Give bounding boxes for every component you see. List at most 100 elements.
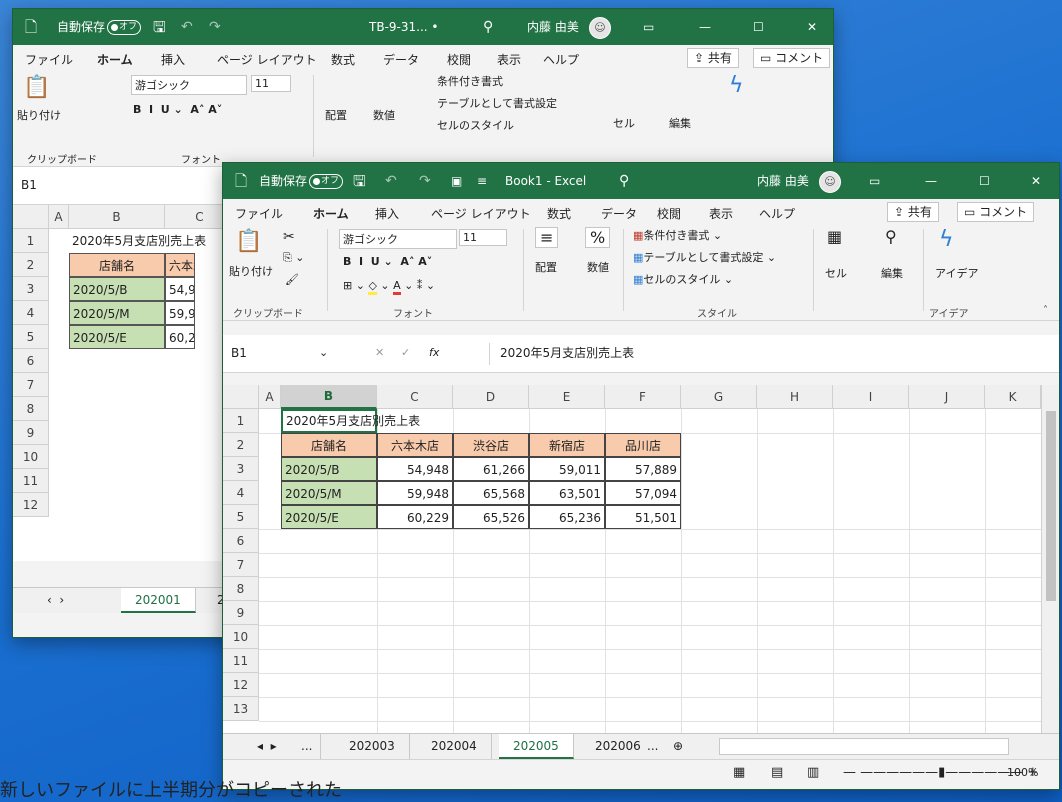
tab-insert[interactable]: 挿入 xyxy=(375,205,399,222)
sheet-tab[interactable]: 202004 xyxy=(417,734,492,759)
paste-icon[interactable]: 📋 xyxy=(235,229,262,254)
tab-review[interactable]: 校閲 xyxy=(657,205,681,222)
column-header[interactable]: J xyxy=(909,385,985,409)
header-cell[interactable]: 六本木店 xyxy=(165,253,195,277)
date-cell[interactable]: 2020/5/E xyxy=(69,325,165,349)
user-icon[interactable]: ☺ xyxy=(819,163,841,199)
ribbon-display-icon[interactable]: ▭ xyxy=(869,163,880,199)
row-header[interactable]: 8 xyxy=(13,397,49,421)
ideas-icon[interactable]: ϟ xyxy=(939,227,954,252)
row-header[interactable]: 11 xyxy=(223,649,259,673)
row-header[interactable]: 4 xyxy=(223,481,259,505)
sheet-tab[interactable]: 202001 xyxy=(121,588,196,613)
sheet-tab-active[interactable]: 202005 xyxy=(499,734,574,759)
cancel-icon[interactable]: ✕ xyxy=(375,346,384,359)
name-box[interactable]: B1 xyxy=(21,175,37,197)
value-cell[interactable]: 57,094 xyxy=(605,481,681,505)
undo-icon[interactable]: ↶ xyxy=(181,9,193,45)
column-header[interactable]: D xyxy=(453,385,529,409)
font-size-box[interactable]: 11 xyxy=(459,229,507,246)
cells-icon[interactable]: ▦ xyxy=(827,227,842,246)
column-header[interactable]: C xyxy=(377,385,453,409)
value-cell[interactable]: 65,526 xyxy=(453,505,529,529)
column-header[interactable]: B xyxy=(281,385,377,409)
align-label[interactable]: 配置 xyxy=(535,259,557,275)
date-cell[interactable]: 2020/5/M xyxy=(69,301,165,325)
tab-file[interactable]: ファイル xyxy=(235,205,283,222)
edit-label[interactable]: 編集 xyxy=(881,265,903,281)
row-header[interactable]: 5 xyxy=(13,325,49,349)
front-excel-window[interactable]: 🗋 自動保存 オフ 🖫 ↶ ↷ ▣ ≡ Book1 - Excel ⚲ 内藤 由… xyxy=(222,162,1060,790)
paste-label[interactable]: 貼り付け xyxy=(229,263,273,279)
vertical-scrollbar[interactable] xyxy=(1041,385,1059,733)
tab-view[interactable]: 表示 xyxy=(497,51,521,68)
row-header[interactable]: 6 xyxy=(223,529,259,553)
share-button[interactable]: ⇪ 共有 xyxy=(687,48,739,68)
cond-format[interactable]: ▦条件付き書式 ⌄ xyxy=(633,227,722,243)
tab-ellipsis-right[interactable]: ... xyxy=(643,734,662,759)
comment-button[interactable]: ▭ コメント xyxy=(753,48,831,68)
tab-scroll-arrows[interactable]: ◂ ▸ xyxy=(243,734,291,759)
tab-scroll-arrows[interactable]: ‹ › xyxy=(33,588,78,613)
value-cell[interactable]: 60,22 xyxy=(165,325,195,349)
cell-style[interactable]: ▦セルのスタイル ⌄ xyxy=(633,271,733,287)
tab-review[interactable]: 校閲 xyxy=(447,51,471,68)
value-cell[interactable]: 65,568 xyxy=(453,481,529,505)
name-box-dropdown-icon[interactable]: ⌄ xyxy=(319,346,328,359)
header-cell[interactable]: 店舗名 xyxy=(69,253,165,277)
border-fill-color-icons[interactable]: ⊞ ⌄ ◇ ⌄ A ⌄ ⁑ ⌄ xyxy=(343,279,435,295)
autosave-toggle[interactable]: オフ xyxy=(103,9,141,45)
percent-icon[interactable]: % xyxy=(585,227,611,248)
row-header[interactable]: 3 xyxy=(223,457,259,481)
bold-italic-underline[interactable]: B I U ⌄ A˄ A˅ xyxy=(133,103,222,116)
add-sheet-icon[interactable]: ⊕ xyxy=(669,734,687,759)
tab-data[interactable]: データ xyxy=(601,205,637,222)
redo-icon[interactable]: ↷ xyxy=(209,9,221,45)
tab-insert[interactable]: 挿入 xyxy=(161,51,185,68)
tab-formulas[interactable]: 数式 xyxy=(331,51,355,68)
tab-ellipsis-left[interactable]: ... xyxy=(293,734,322,759)
number-label[interactable]: 数値 xyxy=(373,107,395,123)
value-cell[interactable]: 54,94 xyxy=(165,277,195,301)
select-all-corner[interactable] xyxy=(13,205,49,229)
minimize-icon[interactable]: — xyxy=(925,163,937,199)
value-cell[interactable]: 51,501 xyxy=(605,505,681,529)
search-icon[interactable]: ⚲ xyxy=(483,9,493,45)
sheet-tab[interactable]: 202006 xyxy=(581,734,645,759)
header-cell[interactable]: 六本木店 xyxy=(377,433,453,457)
maximize-icon[interactable]: ☐ xyxy=(753,9,764,45)
date-cell[interactable]: 2020/5/B xyxy=(281,457,377,481)
header-cell[interactable]: 渋谷店 xyxy=(453,433,529,457)
cells-label[interactable]: セル xyxy=(613,115,635,131)
date-cell[interactable]: 2020/5/M xyxy=(281,481,377,505)
value-cell[interactable]: 59,011 xyxy=(529,457,605,481)
title-bar[interactable]: 🗋 自動保存 オフ 🖫 ↶ ↷ TB-9-31... • ⚲ 内藤 由美 ☺ ▭… xyxy=(13,9,833,45)
header-cell[interactable]: 品川店 xyxy=(605,433,681,457)
row-header[interactable]: 2 xyxy=(13,253,49,277)
comment-button[interactable]: ▭ コメント xyxy=(957,202,1035,222)
header-cell[interactable]: 新宿店 xyxy=(529,433,605,457)
close-icon[interactable]: ✕ xyxy=(1031,163,1041,199)
row-header[interactable]: 13 xyxy=(223,697,259,721)
select-all-corner[interactable] xyxy=(223,385,259,409)
page-break-icon[interactable]: ▥ xyxy=(807,765,819,780)
user-icon[interactable]: ☺ xyxy=(589,9,611,45)
number-label[interactable]: 数値 xyxy=(587,259,609,275)
column-header[interactable]: K xyxy=(985,385,1041,409)
search-icon[interactable]: ⚲ xyxy=(619,163,629,199)
paste-label[interactable]: 貼り付け xyxy=(17,107,61,123)
cond-format[interactable]: 条件付き書式 xyxy=(437,73,503,89)
column-header[interactable]: B xyxy=(69,205,165,229)
row-header[interactable]: 10 xyxy=(223,625,259,649)
table-format[interactable]: テーブルとして書式設定 xyxy=(437,95,557,111)
value-cell[interactable]: 61,266 xyxy=(453,457,529,481)
row-header[interactable]: 3 xyxy=(13,277,49,301)
cells-label[interactable]: セル xyxy=(825,265,847,281)
row-header[interactable]: 10 xyxy=(13,445,49,469)
align-icon[interactable]: ≡ xyxy=(535,227,559,248)
row-header[interactable]: 7 xyxy=(223,553,259,577)
row-header[interactable]: 5 xyxy=(223,505,259,529)
row-header[interactable]: 12 xyxy=(223,673,259,697)
row-header[interactable]: 4 xyxy=(13,301,49,325)
header-cell[interactable]: 店舗名 xyxy=(281,433,377,457)
